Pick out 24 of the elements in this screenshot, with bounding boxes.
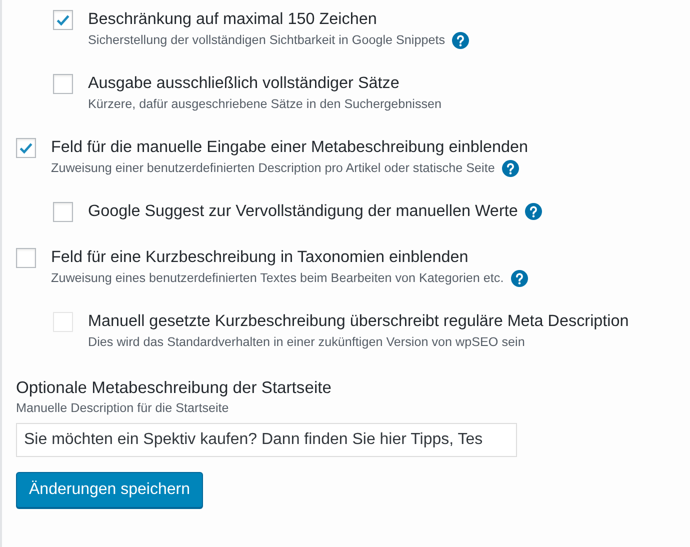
checkbox[interactable] [53, 10, 73, 30]
option-label: Feld für eine Kurzbeschreibung in Taxonomien einblenden [51, 247, 468, 268]
checkbox[interactable] [53, 74, 73, 94]
option-description: Sicherstellung der vollständigen Sichtbarkeit in Google Snippets [88, 32, 446, 49]
option-label: Feld für die manuelle Eingabe einer Metabeschreibung einblenden [51, 137, 528, 158]
option-label: Beschränkung auf maximal 150 Zeichen [88, 9, 377, 30]
save-button[interactable]: Änderungen speichern [16, 472, 204, 508]
help-icon[interactable] [510, 270, 528, 286]
field-description: Manuelle Description für die Startseite [16, 400, 229, 417]
help-icon[interactable] [502, 160, 519, 176]
input-field[interactable]: Sie möchten ein Spektiv kaufen? Dann finden Sie hier Tipps, Tes [16, 423, 517, 457]
help-icon[interactable] [524, 202, 542, 220]
option-description: Zuweisung eines benutzerdefinierten Textes beim Bearbeiten von Kategorien etc. [51, 270, 504, 287]
option-label: Google Suggest zur Vervollständigung der manuellen Werte [88, 201, 518, 222]
checkbox[interactable] [16, 138, 36, 158]
option-description: Dies wird das Standardverhalten in einer zukünftigen Version von wpSEO sein [88, 334, 525, 351]
option-label: Manuell gesetzte Kurzbeschreibung überschreibt reguläre Meta Description [88, 311, 629, 332]
help-icon[interactable] [452, 32, 470, 48]
checkbox[interactable] [16, 248, 36, 268]
option-description: Zuweisung einer benutzerdefinierten Description pro Artikel oder statische Seite [51, 160, 495, 177]
field-title: Optionale Metabeschreibung der Startseite [16, 377, 332, 399]
checkbox[interactable] [53, 202, 73, 222]
option-description: Kürzere, dafür ausgeschriebene Sätze in den Suchergebnissen [88, 96, 442, 113]
option-label: Ausgabe ausschließlich vollständiger Sätze [88, 73, 400, 94]
